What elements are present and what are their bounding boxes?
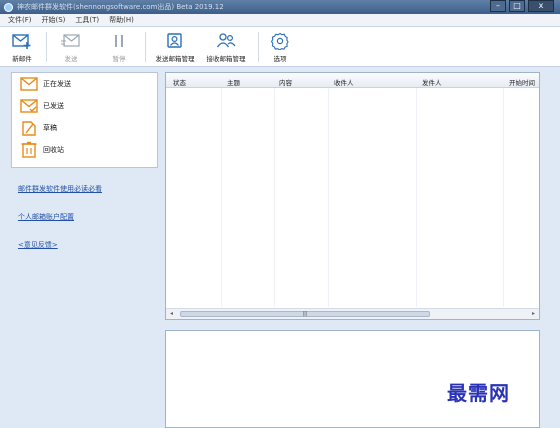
folder-trash-label: 回收站 (43, 146, 64, 154)
gear-icon (271, 31, 289, 51)
mailbox-manage-icon (166, 31, 184, 51)
guide-link[interactable]: 邮件群发软件使用必读必看 (18, 184, 102, 194)
menu-bar: 文件(F) 开始(S) 工具(T) 帮助(H) (0, 14, 560, 27)
toolbar-divider (258, 32, 259, 62)
trash-icon (20, 141, 38, 159)
folder-sending-label: 正在发送 (43, 80, 71, 88)
scrollbar-thumb[interactable]: ||| (180, 311, 430, 317)
folder-sent-label: 已发送 (43, 102, 64, 110)
send-icon (61, 31, 81, 51)
new-mail-button[interactable]: 新邮件 (4, 31, 40, 63)
draft-icon (20, 119, 38, 137)
menu-file[interactable]: 文件(F) (8, 15, 32, 25)
send-label: 发送 (64, 55, 78, 63)
pause-label: 暂停 (112, 55, 126, 63)
options-button[interactable]: 选项 (265, 31, 295, 63)
options-label: 选项 (273, 55, 287, 63)
folder-sending[interactable]: 正在发送 (12, 73, 157, 95)
envelope-sent-icon (20, 97, 38, 115)
pause-icon (112, 31, 126, 51)
app-logo-icon (4, 2, 13, 12)
close-button[interactable]: x (528, 0, 554, 12)
folder-trash[interactable]: 回收站 (12, 139, 157, 161)
toolbar-divider (46, 32, 47, 62)
folder-drafts[interactable]: 草稿 (12, 117, 157, 139)
window-controls: – □ x (490, 0, 554, 12)
scroll-left-arrow-icon[interactable]: ◂ (170, 310, 173, 317)
watermark-text: 最需网 (447, 381, 510, 405)
column-divider (221, 88, 222, 307)
receive-mailbox-manage-button[interactable]: 接收邮箱管理 (200, 31, 252, 63)
folder-panel: 正在发送 已发送 草稿 回收站 (11, 72, 158, 168)
menu-help[interactable]: 帮助(H) (109, 15, 134, 25)
toolbar: 新邮件 发送 暂停 发送邮箱管理 接收邮箱管理 选项 (0, 27, 560, 67)
column-divider (274, 88, 275, 307)
account-config-link[interactable]: 个人邮箱账户配置 (18, 212, 74, 222)
column-sender[interactable]: 发件人 (422, 77, 442, 87)
feedback-link[interactable]: <意见反馈> (18, 240, 58, 250)
column-content[interactable]: 内容 (279, 77, 292, 87)
toolbar-divider (145, 32, 146, 62)
scroll-right-arrow-icon[interactable]: ▸ (532, 310, 535, 317)
new-mail-icon (12, 31, 32, 51)
window-title: 神农邮件群发软件(shennongsoftware.com出品) Beta 20… (17, 3, 224, 11)
column-start-time[interactable]: 开始时间 (509, 77, 535, 87)
new-mail-label: 新邮件 (12, 55, 32, 63)
column-status[interactable]: 状态 (173, 77, 186, 87)
users-icon (216, 31, 236, 51)
mail-list-table[interactable]: 状态 主题 内容 收件人 发件人 开始时间 ◂ ||| ▸ (165, 72, 540, 320)
minimize-button[interactable]: – (490, 0, 506, 12)
folder-drafts-label: 草稿 (43, 124, 57, 132)
column-divider (416, 88, 417, 307)
column-recipient[interactable]: 收件人 (334, 77, 354, 87)
column-subject[interactable]: 主题 (227, 77, 240, 87)
envelope-sending-icon (20, 75, 38, 93)
receive-mailbox-manage-label: 接收邮箱管理 (206, 55, 246, 63)
maximize-button[interactable]: □ (509, 0, 525, 12)
send-mailbox-manage-label: 发送邮箱管理 (155, 55, 195, 63)
send-button[interactable]: 发送 (53, 31, 89, 63)
menu-start[interactable]: 开始(S) (42, 15, 66, 25)
title-bar: 神农邮件群发软件(shennongsoftware.com出品) Beta 20… (0, 0, 560, 14)
column-divider (503, 88, 504, 307)
horizontal-scrollbar[interactable]: ◂ ||| ▸ (166, 308, 539, 319)
folder-sent[interactable]: 已发送 (12, 95, 157, 117)
column-divider (328, 88, 329, 307)
send-mailbox-manage-button[interactable]: 发送邮箱管理 (150, 31, 200, 63)
table-header: 状态 主题 内容 收件人 发件人 开始时间 (166, 73, 539, 88)
menu-tools[interactable]: 工具(T) (75, 15, 99, 25)
pause-button[interactable]: 暂停 (101, 31, 137, 63)
